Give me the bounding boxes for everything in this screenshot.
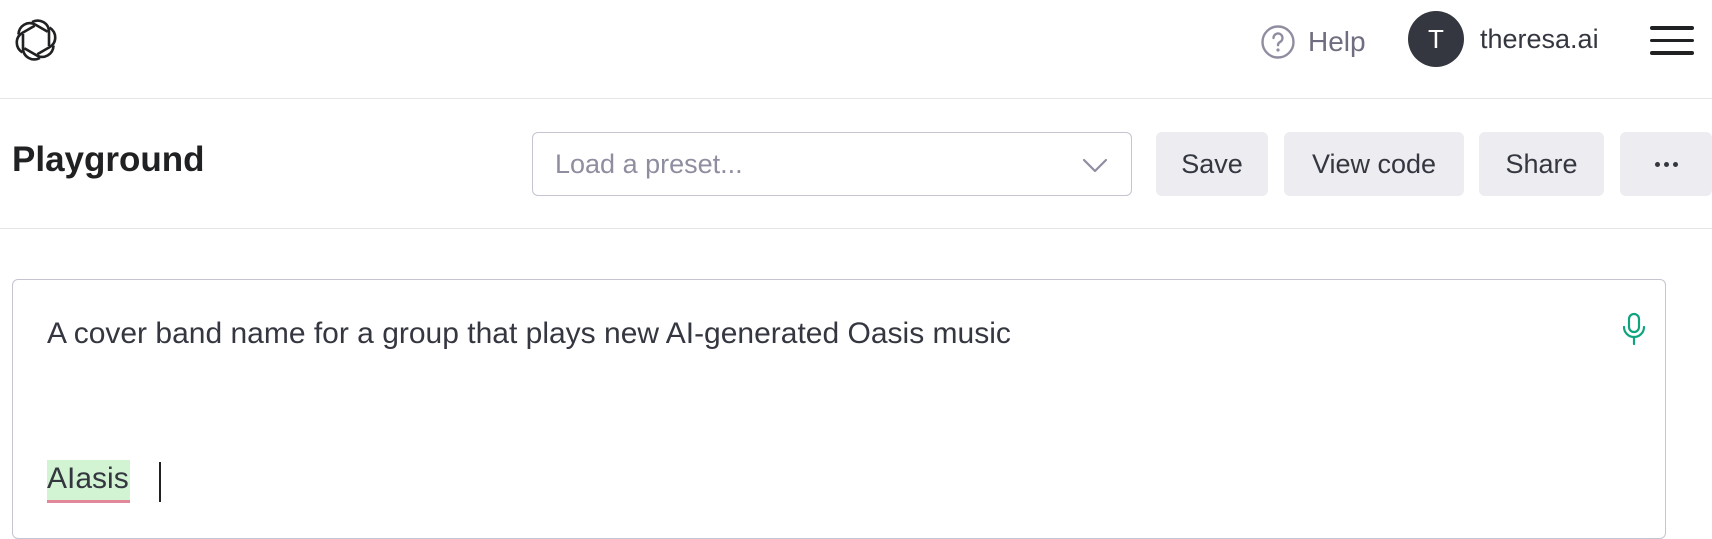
- hamburger-menu-icon[interactable]: [1650, 26, 1694, 55]
- more-options-button[interactable]: [1620, 132, 1712, 196]
- preset-placeholder: Load a preset...: [555, 148, 743, 179]
- view-code-button[interactable]: View code: [1284, 132, 1464, 196]
- prompt-text: A cover band name for a group that plays…: [47, 317, 1011, 350]
- prompt-editor[interactable]: A cover band name for a group that plays…: [12, 279, 1666, 539]
- preset-select[interactable]: Load a preset...: [532, 132, 1132, 196]
- top-nav: Help T theresa.ai: [0, 0, 1712, 99]
- user-menu[interactable]: T theresa.ai: [1408, 11, 1599, 67]
- avatar: T: [1408, 11, 1464, 67]
- page-title: Playground: [12, 140, 205, 179]
- openai-logo-icon[interactable]: [12, 14, 60, 66]
- ellipsis-icon: [1654, 161, 1678, 167]
- chevron-down-icon: [1082, 158, 1108, 173]
- help-label: Help: [1308, 26, 1366, 57]
- save-button[interactable]: Save: [1156, 132, 1268, 196]
- microphone-icon[interactable]: [1621, 312, 1647, 346]
- username: theresa.ai: [1480, 23, 1599, 54]
- help-link[interactable]: Help: [1260, 22, 1366, 62]
- playground-toolbar: Playground Load a preset... Save View co…: [0, 99, 1712, 229]
- completion-text: AIasis: [47, 460, 130, 503]
- question-circle-icon: [1261, 25, 1295, 59]
- share-button[interactable]: Share: [1479, 132, 1604, 196]
- text-caret: [159, 462, 161, 502]
